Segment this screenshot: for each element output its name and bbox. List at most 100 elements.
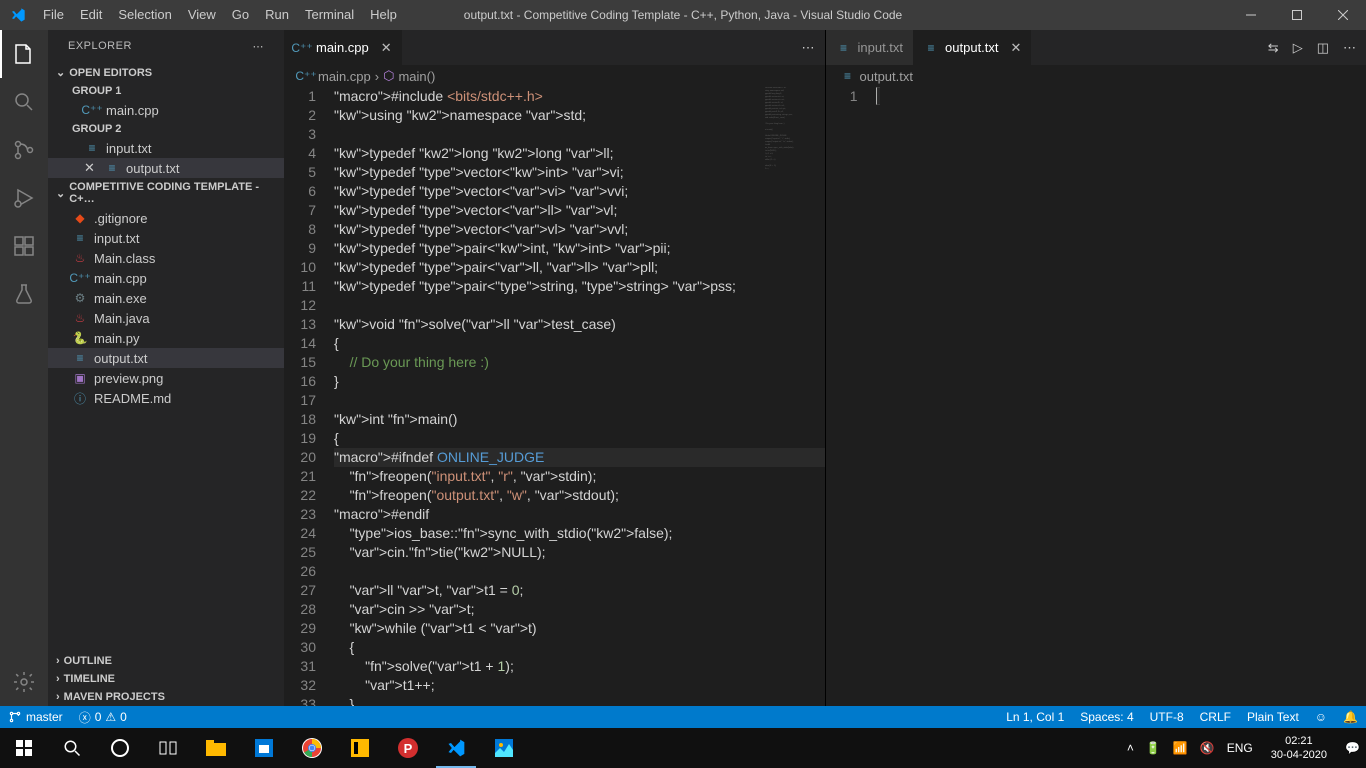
cpp-icon: C⁺⁺: [298, 68, 314, 84]
menu-help[interactable]: Help: [362, 0, 405, 30]
eol[interactable]: CRLF: [1192, 710, 1239, 724]
tab-output-txt[interactable]: ≡ output.txt ✕: [913, 30, 1031, 65]
open-editor-item[interactable]: ✕≡output.txt: [48, 158, 284, 178]
language-indicator[interactable]: ENG: [1221, 741, 1259, 755]
file-explorer-icon[interactable]: [192, 728, 240, 768]
menu-file[interactable]: File: [35, 0, 72, 30]
close-icon[interactable]: ✕: [1011, 40, 1022, 56]
file-item[interactable]: ♨Main.java: [48, 308, 284, 328]
problems[interactable]: ⓧ0 ⚠0: [71, 709, 135, 726]
status-bar: master ⓧ0 ⚠0 Ln 1, Col 1 Spaces: 4 UTF-8…: [0, 706, 1366, 728]
source-control-icon[interactable]: [0, 126, 48, 174]
menu-view[interactable]: View: [180, 0, 224, 30]
group-2-label: GROUP 2: [48, 120, 284, 138]
close-icon[interactable]: ✕: [84, 160, 98, 176]
maven-section[interactable]: ›MAVEN PROJECTS: [48, 688, 284, 706]
file-icon: ≡: [923, 40, 939, 56]
store-icon[interactable]: [240, 728, 288, 768]
outline-section[interactable]: ›OUTLINE: [48, 652, 284, 670]
menu-selection[interactable]: Selection: [110, 0, 179, 30]
info-icon: ⓘ: [72, 390, 88, 406]
file-icon: ≡: [72, 230, 88, 246]
file-item[interactable]: ≡output.txt: [48, 348, 284, 368]
open-editor-item[interactable]: C⁺⁺main.cpp: [48, 100, 284, 120]
file-item[interactable]: ◆.gitignore: [48, 208, 284, 228]
minimap[interactable]: #include <bits/stdc++.h>using namespace …: [765, 87, 815, 237]
wifi-icon[interactable]: 📶: [1167, 741, 1194, 755]
search-icon[interactable]: [48, 728, 96, 768]
show-hidden-icons[interactable]: ˄: [1121, 741, 1140, 755]
file-item[interactable]: 🐍main.py: [48, 328, 284, 348]
file-item[interactable]: ≡input.txt: [48, 228, 284, 248]
code-content[interactable]: [876, 87, 1366, 706]
encoding[interactable]: UTF-8: [1142, 710, 1192, 724]
close-button[interactable]: [1320, 0, 1366, 30]
notifications-icon[interactable]: 💬: [1339, 741, 1366, 755]
volume-icon[interactable]: 🔇: [1194, 741, 1221, 755]
window-title: output.txt - Competitive Coding Template…: [464, 8, 902, 22]
line-numbers: 1: [826, 87, 876, 706]
project-section[interactable]: ⌄COMPETITIVE CODING TEMPLATE - C+…: [48, 178, 284, 208]
app-icon[interactable]: [336, 728, 384, 768]
file-item[interactable]: ▣preview.png: [48, 368, 284, 388]
settings-gear-icon[interactable]: [0, 658, 48, 706]
menu-go[interactable]: Go: [224, 0, 257, 30]
indentation[interactable]: Spaces: 4: [1072, 710, 1141, 724]
open-editors-section[interactable]: ⌄OPEN EDITORS: [48, 63, 284, 82]
app-icon[interactable]: P: [384, 728, 432, 768]
breadcrumbs[interactable]: ≡ output.txt: [826, 65, 1366, 87]
run-icon[interactable]: ▷: [1293, 40, 1303, 56]
testing-icon[interactable]: [0, 270, 48, 318]
maximize-button[interactable]: [1274, 0, 1320, 30]
menu-run[interactable]: Run: [257, 0, 297, 30]
file-item[interactable]: ⓘREADME.md: [48, 388, 284, 408]
menu-bar: File Edit Selection View Go Run Terminal…: [35, 0, 405, 30]
more-icon[interactable]: ⋯: [1343, 40, 1356, 56]
cortana-icon[interactable]: [96, 728, 144, 768]
timeline-section[interactable]: ›TIMELINE: [48, 670, 284, 688]
chrome-icon[interactable]: [288, 728, 336, 768]
file-item[interactable]: ♨Main.class: [48, 248, 284, 268]
extensions-icon[interactable]: [0, 222, 48, 270]
start-button[interactable]: [0, 728, 48, 768]
close-icon[interactable]: ✕: [381, 40, 392, 56]
code-editor[interactable]: 1: [826, 87, 1366, 706]
file-icon: ≡: [840, 68, 856, 84]
more-icon[interactable]: ⋯: [802, 40, 815, 56]
battery-icon[interactable]: 🔋: [1140, 741, 1167, 755]
java-icon: ♨: [72, 310, 88, 326]
compare-icon[interactable]: ⇆: [1268, 40, 1279, 56]
file-item[interactable]: ⚙main.exe: [48, 288, 284, 308]
cpp-icon: C⁺⁺: [72, 270, 88, 286]
clock[interactable]: 02:2130-04-2020: [1259, 734, 1339, 762]
cursor-position[interactable]: Ln 1, Col 1: [998, 710, 1072, 724]
task-view-icon[interactable]: [144, 728, 192, 768]
file-icon: ≡: [836, 40, 852, 56]
code-content[interactable]: "macro">#include <bits/stdc++.h>"kw">usi…: [334, 87, 825, 706]
open-editor-item[interactable]: ≡input.txt: [48, 138, 284, 158]
tab-main-cpp[interactable]: C⁺⁺ main.cpp ✕: [284, 30, 402, 65]
tab-input-txt[interactable]: ≡ input.txt: [826, 30, 914, 65]
feedback-icon[interactable]: ☺: [1307, 710, 1335, 724]
language-mode[interactable]: Plain Text: [1239, 710, 1307, 724]
breadcrumbs[interactable]: C⁺⁺ main.cpp › ⬡ main(): [284, 65, 825, 87]
more-icon[interactable]: ⋯: [253, 40, 265, 53]
menu-edit[interactable]: Edit: [72, 0, 110, 30]
sidebar: EXPLORER ⋯ ⌄OPEN EDITORS GROUP 1 C⁺⁺main…: [48, 30, 284, 706]
search-icon[interactable]: [0, 78, 48, 126]
explorer-icon[interactable]: [0, 30, 48, 78]
split-icon[interactable]: ◫: [1317, 40, 1329, 56]
minimize-button[interactable]: [1228, 0, 1274, 30]
image-icon: ▣: [72, 370, 88, 386]
cpp-icon: C⁺⁺: [84, 102, 100, 118]
bell-icon[interactable]: 🔔: [1335, 710, 1366, 724]
git-branch[interactable]: master: [0, 710, 71, 724]
photos-icon[interactable]: [480, 728, 528, 768]
file-item[interactable]: C⁺⁺main.cpp: [48, 268, 284, 288]
vscode-taskbar-icon[interactable]: [432, 728, 480, 768]
menu-terminal[interactable]: Terminal: [297, 0, 362, 30]
code-editor[interactable]: 1234567891011121314151617181920212223242…: [284, 87, 825, 706]
run-debug-icon[interactable]: [0, 174, 48, 222]
file-icon: ≡: [104, 160, 120, 176]
file-icon: ≡: [72, 350, 88, 366]
